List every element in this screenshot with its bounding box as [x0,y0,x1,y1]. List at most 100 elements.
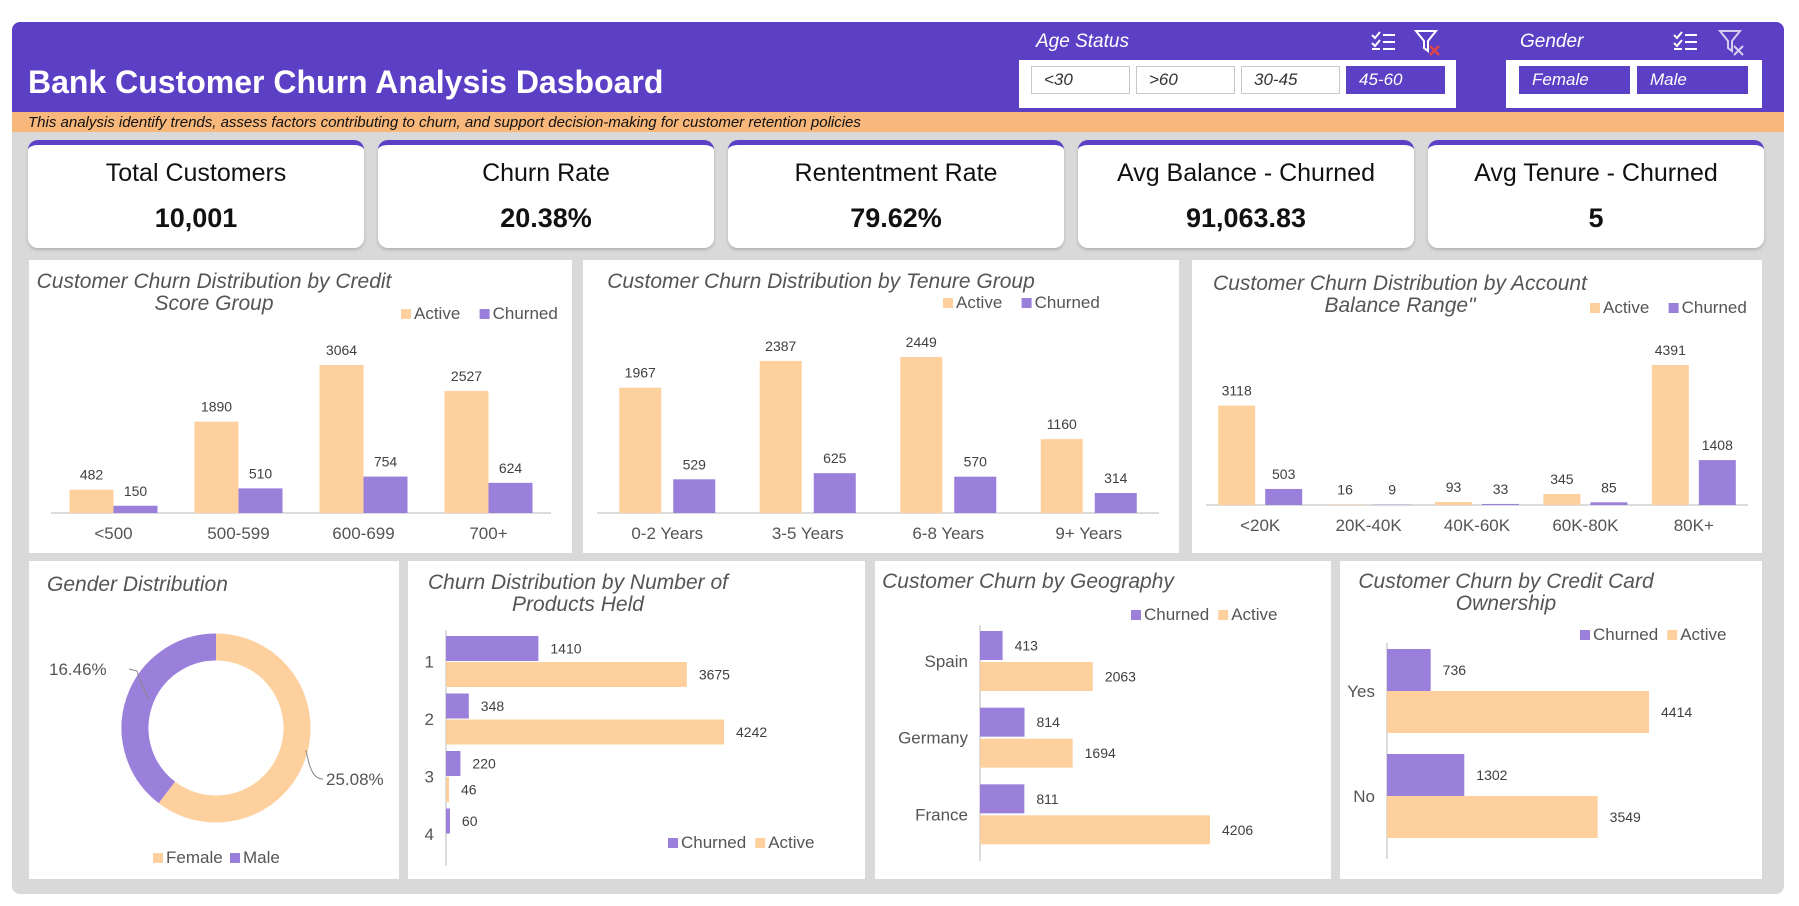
chart-title: Customer Churn Distribution by Account [1213,272,1588,295]
bar-active [446,662,687,687]
category-label: 6-8 Years [912,524,984,543]
data-label: 510 [249,465,273,481]
bar-active [980,815,1210,845]
legend-label: Active [768,833,814,852]
balance-chart-panel: Customer Churn Distribution by Account Ba… [1192,260,1762,553]
bar-churned [1698,460,1736,505]
bar-churned [980,784,1025,814]
bar-churned [363,476,408,513]
category-label: 0-2 Years [631,524,703,543]
category-label: Yes [1347,682,1375,701]
data-label: 16.46% [49,660,107,679]
category-label: <20K [1240,516,1281,535]
legend-label: Churned [1593,625,1658,644]
legend-swatch [755,838,766,848]
data-label: 345 [1550,471,1574,487]
bar-churned [446,808,450,834]
age-option-over-60[interactable]: >60 [1136,66,1235,94]
kpi-label: Rententment Rate [794,159,998,187]
data-label: 754 [374,454,398,470]
age-option-30-45[interactable]: 30-45 [1241,66,1340,94]
kpi-value: 5 [1588,203,1604,233]
bar-churned [1590,502,1628,505]
data-label: 1410 [550,641,581,657]
bar-churned [1094,492,1137,513]
category-label: 40K-60K [1444,516,1511,535]
legend-swatch [1590,303,1600,313]
data-label: 1408 [1702,437,1733,453]
bar-active [980,662,1093,691]
donut-slice-male [121,633,217,804]
kpi-label: Avg Balance - Churned [1116,159,1376,187]
data-label: 1890 [201,399,232,415]
data-label: 503 [1272,466,1296,482]
legend-swatch [668,838,678,848]
subtitle-banner: This analysis identify trends, assess fa… [12,112,1784,132]
category-label: 9+ Years [1055,524,1122,543]
donut-slice-female [158,633,311,823]
chart-title: Churn Distribution by Number of [428,571,730,594]
credit-score-chart-panel: Customer Churn Distribution by Credit Sco… [29,260,572,553]
bar-active [1651,365,1689,505]
category-label: 60K-80K [1552,516,1619,535]
chart-title: Ownership [1456,592,1556,615]
bar-churned [1387,754,1465,796]
data-label: 46 [461,782,477,798]
bar-active [1435,502,1472,505]
kpi-value: 20.38% [500,203,592,233]
legend-swatch [230,853,240,863]
legend-swatch [1131,610,1141,620]
bar-active [1040,439,1083,513]
data-label: 150 [124,483,148,499]
age-multi-select-icon[interactable] [1370,30,1396,54]
data-label: 3675 [699,667,730,683]
age-option-45-60[interactable]: 45-60 [1346,66,1445,94]
leader-line [305,749,324,780]
legend-label: Female [166,848,223,867]
category-label: Germany [898,729,968,748]
kpi-label: Total Customers [105,159,287,187]
page-title: Bank Customer Churn Analysis Dasboard [28,64,664,100]
data-label: 16 [1337,481,1353,497]
data-label: 25.08% [326,770,384,789]
bar-active [444,390,489,513]
bar-churned [980,631,1003,660]
bar-active [980,738,1073,768]
gender-clear-filter-icon[interactable] [1718,29,1746,57]
bar-churned [113,505,158,513]
chart-title: Customer Churn Distribution by Credit [37,270,393,293]
data-label: 3118 [1222,383,1252,399]
kpi-value: 10,001 [154,203,238,233]
category-label: No [1353,787,1375,806]
data-label: 220 [472,756,496,772]
gender-multi-select-icon[interactable] [1672,30,1698,54]
tenure-chart: Customer Churn Distribution by Tenure Gr… [597,270,1159,543]
chart-title: Customer Churn by Credit Card [1358,570,1655,593]
kpi-card-total-customers: Total Customers 10,001 [28,140,364,248]
category-label: 3 [425,768,434,787]
legend-swatch [401,309,411,319]
legend-swatch [1218,610,1229,620]
category-label: 3-5 Years [772,524,844,543]
bar-churned [980,707,1025,737]
age-option-under-30[interactable]: <30 [1031,66,1130,94]
chart-title: Customer Churn Distribution by Tenure Gr… [607,270,1035,293]
bar-churned [813,473,856,513]
data-label: 314 [1104,470,1128,486]
gender-option-female[interactable]: Female [1519,66,1630,94]
data-label: 570 [964,454,988,470]
chart-title: Products Held [512,593,645,616]
chart-title: Customer Churn by Geography [882,570,1175,593]
data-label: 529 [683,456,707,472]
legend-swatch [1667,630,1678,640]
age-slicer: <30 >60 30-45 45-60 [1019,60,1456,108]
gender-option-male[interactable]: Male [1637,66,1748,94]
bar-churned [1265,488,1303,505]
data-label: 1160 [1047,416,1077,432]
age-slicer-label: Age Status [1036,31,1129,52]
bar-active [1326,504,1364,505]
kpi-value: 91,063.83 [1185,203,1307,233]
bar-active [759,360,802,513]
kpi-card-avg-tenure-churned: Avg Tenure - Churned 5 [1428,140,1764,248]
age-clear-filter-icon[interactable] [1414,29,1442,57]
